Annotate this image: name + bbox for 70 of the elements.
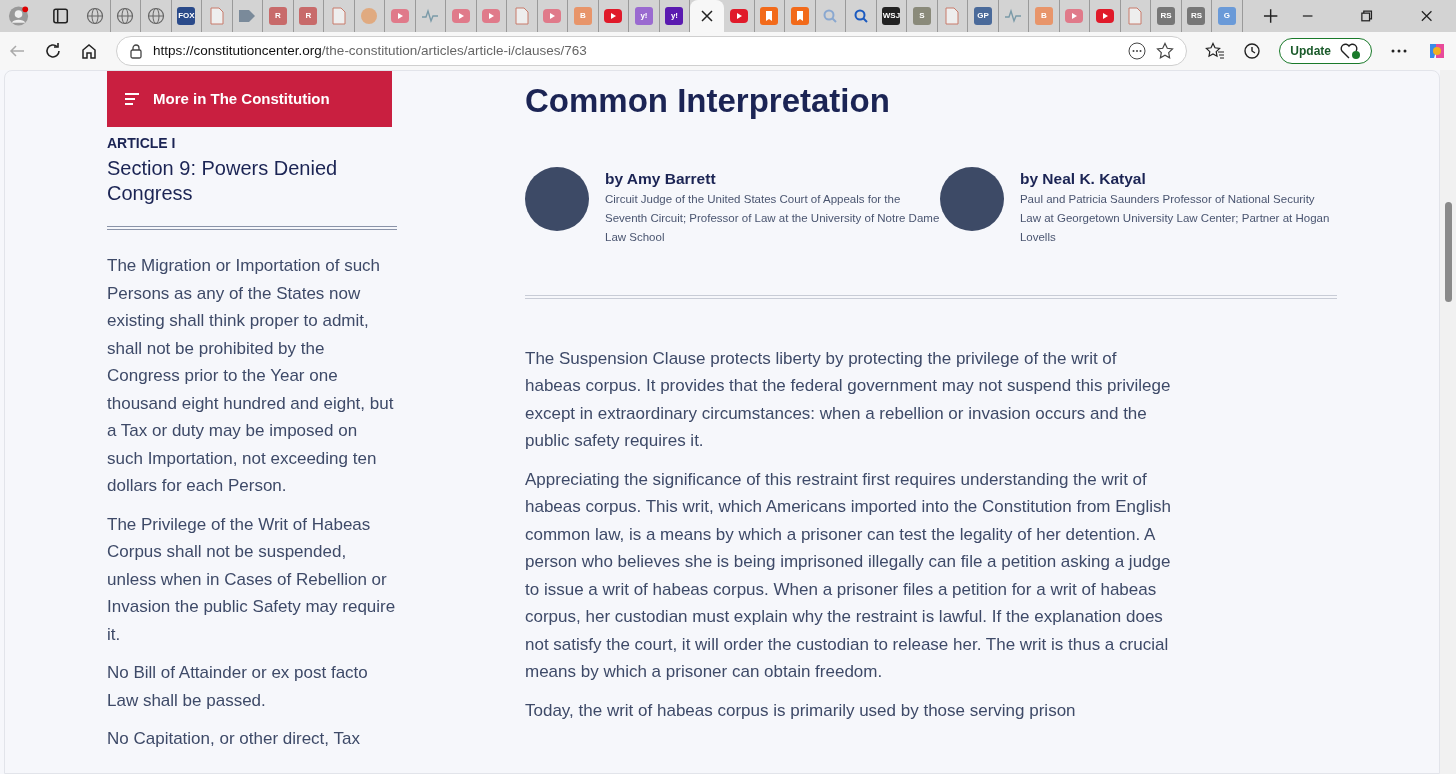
document-icon — [330, 7, 347, 25]
article-paragraph: The Suspension Clause protects liberty by protecting the privilege of the writ of habeas corpus. It provides that the federal government may not suspend this privilege except in extraordinary circumstances: when a rebellion or invasion occurs and the public safety requires it. — [525, 347, 1172, 453]
author-byline: by Amy Barrett — [605, 168, 717, 189]
article-label: ARTICLE I — [107, 134, 177, 153]
home-icon[interactable] — [80, 42, 98, 60]
browser-tab[interactable]: B — [1029, 0, 1060, 32]
clause-text: The Migration or Importation of such Persons as any of the States now existing shall think proper to admit, shall not be prohibited by the Congress prior to the Year one thousand eight hundred and eight, but a Tax or duty may be imposed on such Importation, not exceeding ten dollars for each Person. — [107, 255, 395, 497]
globe-icon — [116, 7, 135, 25]
site-logo-icon: S — [912, 7, 931, 25]
update-button[interactable]: Update — [1279, 38, 1372, 64]
site-logo-icon: RS — [1187, 7, 1206, 25]
pulse-icon — [421, 8, 440, 24]
history-icon[interactable] — [1243, 42, 1262, 60]
clause-text: No Capitation, or other direct, Tax — [107, 728, 361, 750]
browser-tab[interactable]: S — [907, 0, 938, 32]
document-icon — [208, 7, 225, 25]
site-logo-icon: GP — [973, 7, 992, 25]
arrow-icon — [238, 8, 257, 24]
browser-tab[interactable]: y! — [629, 0, 660, 32]
document-icon — [944, 7, 961, 25]
author-bio: Circuit Judge of the United States Court of Appeals for the Seventh Circuit; Professor of Law at the University of Notre Dame Law School — [605, 191, 940, 245]
browser-tab[interactable]: R — [293, 0, 325, 32]
site-logo-icon: WSJ — [882, 7, 901, 25]
author-bio: Paul and Patricia Saunders Professor of National Security Law at Georgetown University Law Center; Partner at Hogan Lovells — [1019, 191, 1331, 245]
clause-text: The Privilege of the Writ of Habeas Corpus shall not be suspended, unless when in Cases of Rebellion or Invasion the public Safety may require it. — [107, 513, 397, 646]
tab-actions-icon[interactable] — [51, 6, 71, 26]
site-logo-icon: FOX — [177, 7, 196, 25]
more-icon[interactable] — [1128, 42, 1147, 60]
site-logo-icon: B — [573, 7, 592, 25]
browser-tab[interactable] — [690, 0, 725, 32]
site-logo-icon: R — [299, 7, 318, 25]
browser-tab[interactable]: GP — [968, 0, 999, 32]
menu-icon — [123, 91, 141, 107]
new-tab-icon[interactable] — [1262, 8, 1279, 24]
browser-tab[interactable]: B — [568, 0, 599, 32]
site-logo-icon: G — [1217, 7, 1236, 25]
globe-icon — [146, 7, 165, 25]
document-icon — [1127, 7, 1144, 25]
menu-button[interactable]: More in The Constitution — [107, 71, 392, 127]
section-title: Section 9: Powers Denied Congress — [107, 156, 339, 206]
pulse-icon — [1004, 8, 1023, 24]
author-byline: by Neal K. Katyal — [1019, 168, 1147, 189]
article-paragraph: Appreciating the significance of this restraint first requires understanding the writ of habeas corpus. This writ, which Americans imported into the Constitution from English common law, is a means by which a prisoner can test the legality of her detention. A person who believes she is being imprisoned illegally can file a petition asking a judge to issue a writ of habeas corpus. When a prisoner files a petition for a writ of habeas corpus, her custodian must explain why the restraint is lawful. If the explanation does not satisfy the court, it will order the custodian to release her. The writ is thus a crucial means by which a prisoner can obtain freedom. — [525, 468, 1172, 684]
article-paragraph: Today, the writ of habeas corpus is primarily used by those serving prison — [525, 699, 1077, 722]
site-logo-icon: B — [1034, 7, 1053, 25]
section-heading: Common Interpretation — [525, 81, 891, 121]
site-logo-icon: y! — [634, 7, 653, 25]
browser-tab[interactable]: RS — [1151, 0, 1182, 32]
refresh-icon[interactable] — [44, 42, 62, 60]
clause-text: No Bill of Attainder or ex post facto Law shall be passed. — [107, 662, 369, 712]
profile-icon[interactable] — [8, 5, 30, 27]
scrollbar[interactable] — [1440, 70, 1456, 774]
browser-tab[interactable]: G — [1212, 0, 1243, 32]
browser-tab[interactable]: R — [263, 0, 294, 32]
globe-icon — [85, 7, 104, 25]
circle-icon — [360, 7, 379, 25]
heart-alert-icon — [1339, 42, 1361, 60]
address-field[interactable]: https://constitutioncenter.org/the-constitution/articles/article-i/clauses/763 — [116, 36, 1188, 66]
site-logo-icon: R — [268, 7, 287, 25]
scrollbar-thumb[interactable] — [1445, 202, 1452, 302]
browser-tab[interactable]: RS — [1181, 0, 1213, 32]
site-logo-icon: y! — [665, 7, 684, 25]
favorites-icon[interactable] — [1205, 42, 1226, 60]
url-text: https://constitutioncenter.org/the-constitution/articles/article-i/clauses/763 — [153, 41, 587, 60]
document-icon — [513, 7, 530, 25]
restore-icon[interactable] — [1359, 8, 1375, 24]
site-logo-icon: RS — [1156, 7, 1175, 25]
lock-icon — [129, 43, 143, 59]
close-icon — [700, 9, 715, 23]
star-icon[interactable] — [1156, 42, 1175, 60]
